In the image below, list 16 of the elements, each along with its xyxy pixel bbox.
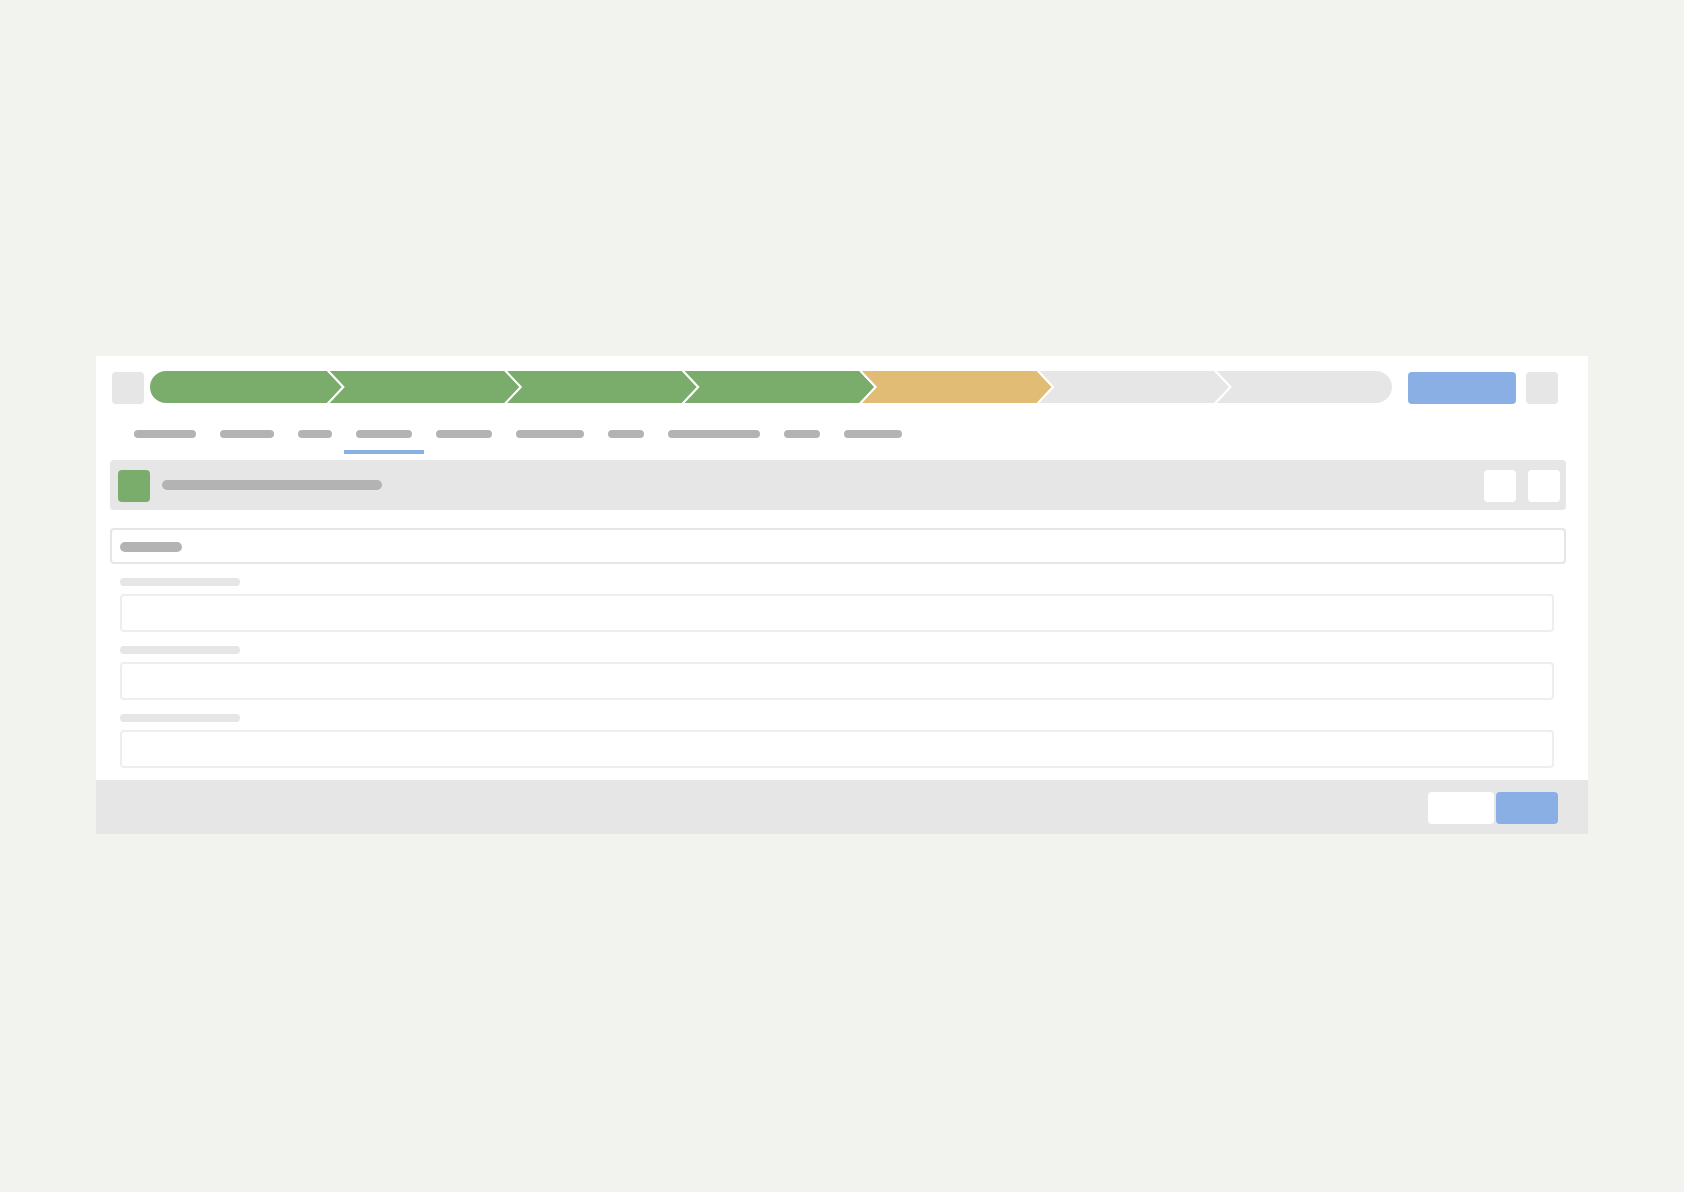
path-step[interactable] [1213, 370, 1392, 404]
primary-button[interactable] [1408, 371, 1516, 403]
path-step[interactable] [679, 370, 878, 404]
secondary-button[interactable] [1428, 791, 1494, 823]
path-step[interactable] [502, 370, 700, 404]
path-step[interactable] [1034, 370, 1232, 404]
square-icon [118, 469, 150, 501]
path-step[interactable] [325, 370, 523, 404]
path-step[interactable] [857, 370, 1055, 404]
section-field[interactable] [110, 528, 1566, 564]
square-button[interactable] [1528, 469, 1560, 501]
square-button[interactable] [1526, 371, 1558, 403]
primary-button[interactable] [1496, 791, 1558, 823]
square-button[interactable] [112, 371, 144, 403]
path-step[interactable] [150, 370, 345, 404]
square-button[interactable] [1484, 469, 1516, 501]
